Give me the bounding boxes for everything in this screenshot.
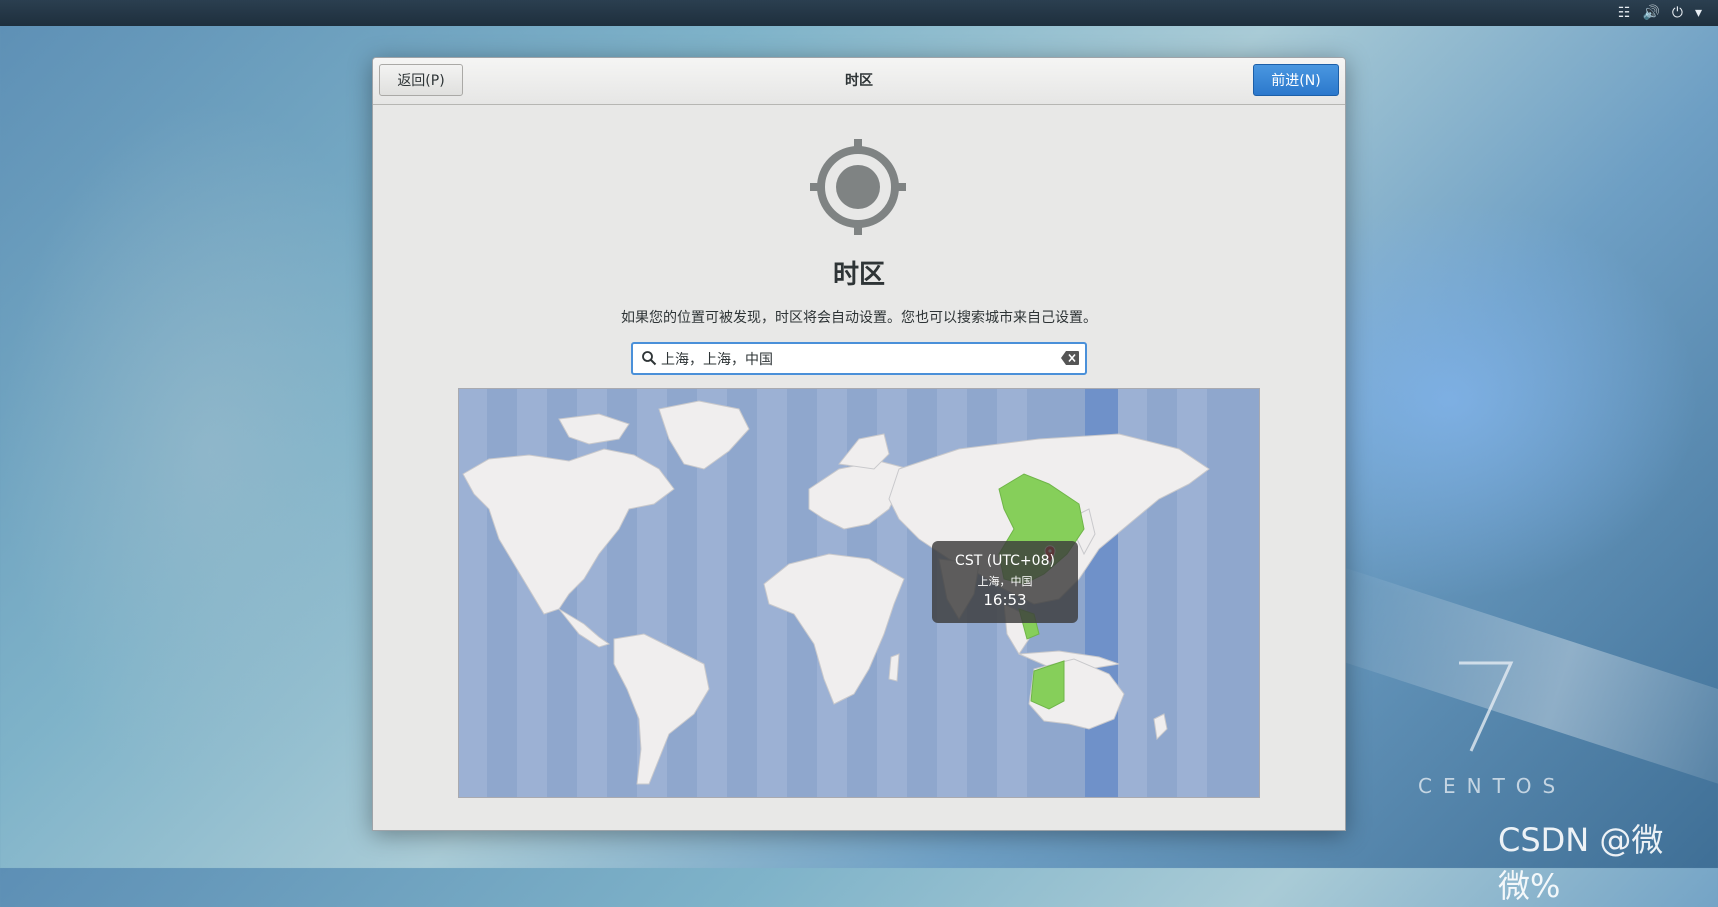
city-search-input[interactable] — [661, 347, 1051, 370]
centos-version-mark — [1459, 661, 1514, 752]
power-icon[interactable]: ⏻ — [1672, 4, 1683, 22]
volume-icon[interactable]: 🔊 — [1642, 4, 1659, 22]
page-title: 时区 — [832, 260, 885, 290]
city-search-field[interactable] — [631, 342, 1087, 375]
search-icon — [642, 351, 657, 366]
clear-icon[interactable] — [1061, 351, 1079, 365]
header-bar: 返回(P) 时区 前进(N) — [373, 58, 1345, 105]
installer-window: 返回(P) 时区 前进(N) 时区 如果您的位置可被发现，时区将会自动设置。您也… — [372, 57, 1346, 831]
chevron-down-icon[interactable]: ▾ — [1695, 4, 1702, 22]
timezone-city: 上海，中国 — [977, 575, 1033, 588]
page-description: 如果您的位置可被发现，时区将会自动设置。您也可以搜索城市来自己设置。 — [621, 310, 1097, 326]
network-icon[interactable]: ☷ — [1618, 4, 1631, 22]
system-tray: ☷ 🔊 ⏻ ▾ — [1618, 4, 1702, 22]
timezone-name: CST (UTC+08) — [955, 553, 1055, 569]
timezone-map[interactable]: CST (UTC+08) 上海，中国 16:53 — [458, 388, 1260, 798]
window-title: 时区 — [845, 73, 873, 89]
timezone-tooltip: CST (UTC+08) 上海，中国 16:53 — [932, 541, 1078, 623]
next-button[interactable]: 前进(N) — [1253, 64, 1339, 96]
watermark-text: CSDN @微微% — [1498, 821, 1664, 905]
location-target-icon — [810, 139, 906, 235]
centos-brand-name: CENTOS — [1418, 774, 1567, 798]
timezone-time: 16:53 — [983, 591, 1027, 609]
top-panel: ☷ 🔊 ⏻ ▾ — [0, 0, 1718, 26]
